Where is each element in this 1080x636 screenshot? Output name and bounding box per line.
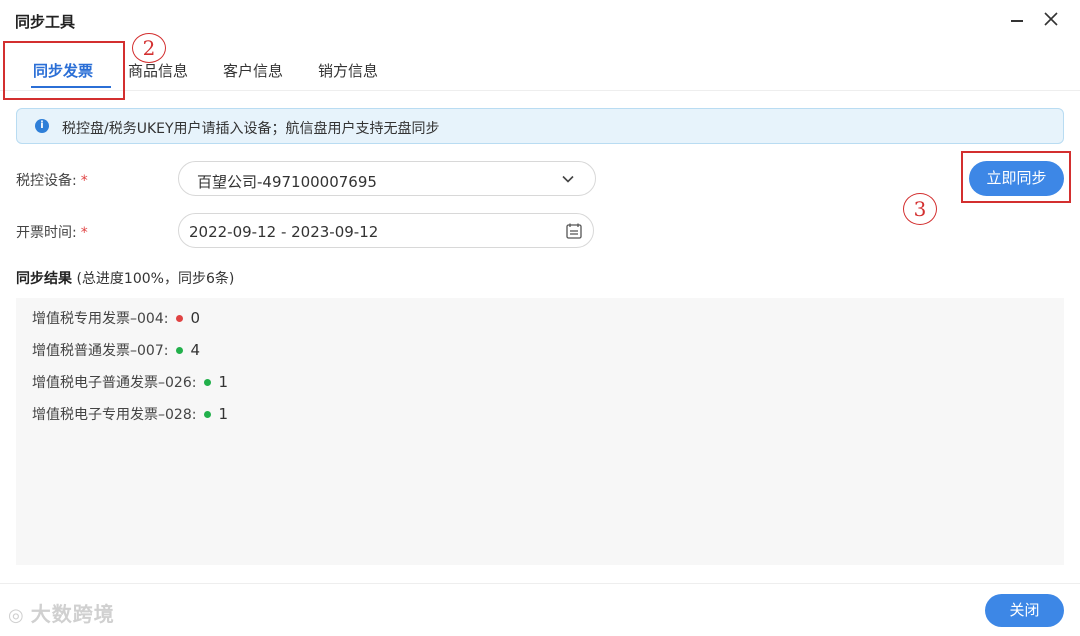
invoice-count: 1 [218, 373, 228, 391]
invoice-type-label: 增值税电子专用发票–028: [32, 407, 197, 423]
result-panel: 增值税专用发票–004: 0 增值税普通发票–007: 4 增值税电子普通发票–02… [16, 298, 1064, 565]
tab-customer-info[interactable]: 客户信息 [223, 60, 283, 81]
required-mark: * [80, 225, 88, 241]
result-heading: 同步结果 (总进度100%，同步6条) [16, 268, 234, 288]
invoice-type-label: 增值税专用发票–004: [32, 311, 169, 327]
invoice-count: 1 [218, 405, 228, 423]
device-label-text: 税控设备: [16, 173, 77, 189]
watermark-text: 大数跨境 [30, 602, 115, 626]
required-mark: * [80, 173, 88, 189]
invoice-count: 4 [190, 341, 200, 359]
result-heading-title: 同步结果 [16, 271, 72, 287]
minimize-icon[interactable] [1008, 10, 1028, 30]
date-range-input[interactable]: 2022-09-12 - 2023-09-12 [178, 213, 594, 248]
tab-seller-info[interactable]: 销方信息 [318, 60, 378, 81]
chevron-down-icon [562, 175, 574, 183]
result-row: 增值税电子普通发票–026: 1 [32, 372, 228, 392]
date-range-value: 2022-09-12 - 2023-09-12 [189, 223, 379, 241]
calendar-icon [566, 223, 582, 239]
invoice-type-label: 增值税电子普通发票–026: [32, 375, 197, 391]
invoice-count: 0 [190, 309, 200, 327]
tab-product-info[interactable]: 商品信息 [128, 60, 188, 81]
result-row: 增值税普通发票–007: 4 [32, 340, 200, 360]
result-summary: (总进度100%，同步6条) [76, 271, 235, 287]
device-select-value: 百望公司-497100007695 [197, 173, 377, 191]
status-dot-icon [176, 315, 184, 322]
result-row: 增值税专用发票–004: 0 [32, 308, 200, 328]
device-label: 税控设备: * [16, 170, 88, 190]
annotation-marker-3: 3 [903, 193, 937, 225]
date-label-text: 开票时间: [16, 225, 77, 241]
window-title: 同步工具 [15, 13, 76, 31]
watermark-logo-icon: ◎ [8, 605, 25, 626]
device-select[interactable]: 百望公司-497100007695 [178, 161, 596, 196]
info-icon: i [35, 119, 49, 133]
status-dot-icon [176, 347, 184, 354]
close-icon[interactable] [1040, 8, 1062, 30]
sync-now-button[interactable]: 立即同步 [969, 161, 1064, 196]
invoice-type-label: 增值税普通发票–007: [32, 343, 169, 359]
notice-banner: i 税控盘/税务UKEY用户请插入设备；航信盘用户支持无盘同步 [16, 108, 1064, 144]
annotation-box-tab [3, 41, 125, 100]
close-button[interactable]: 关闭 [985, 594, 1064, 627]
annotation-marker-2: 2 [132, 33, 166, 63]
footer-divider [0, 583, 1080, 584]
status-dot-icon [204, 379, 212, 386]
watermark: ◎ 大数跨境 [8, 598, 115, 627]
result-row: 增值税电子专用发票–028: 1 [32, 404, 228, 424]
status-dot-icon [204, 411, 212, 418]
notice-text: 税控盘/税务UKEY用户请插入设备；航信盘用户支持无盘同步 [62, 121, 440, 137]
date-label: 开票时间: * [16, 222, 88, 242]
